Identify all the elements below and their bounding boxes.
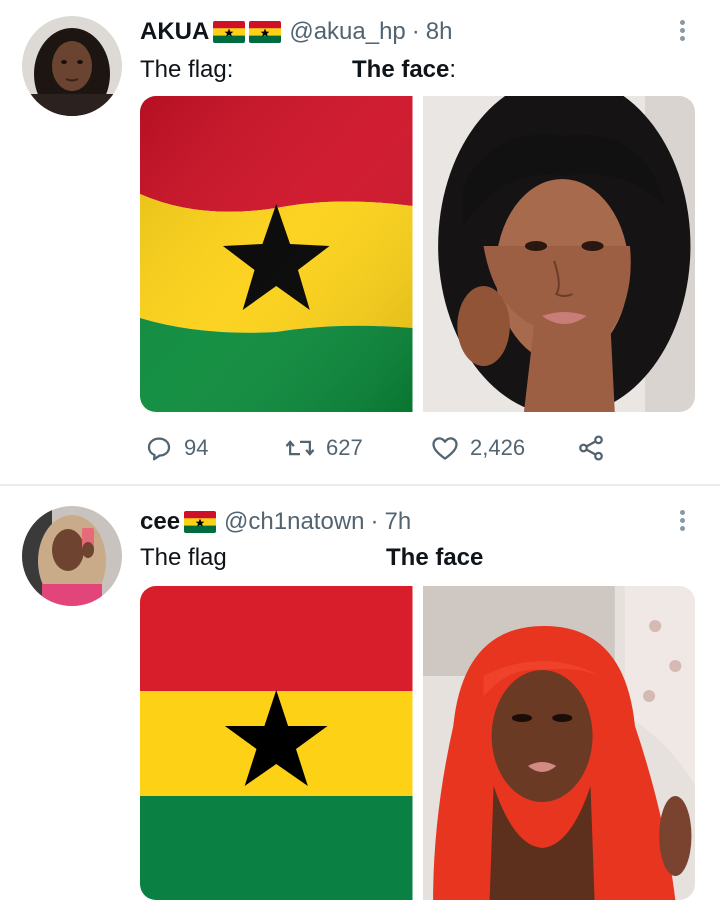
share-button[interactable] bbox=[576, 428, 606, 468]
more-icon[interactable] bbox=[670, 504, 694, 536]
handle[interactable]: @akua_hp bbox=[289, 18, 405, 46]
tweet-text-face: The face bbox=[386, 544, 484, 571]
like-icon bbox=[432, 437, 458, 460]
tweet-header: AKUA @akua_hp · 8h bbox=[140, 16, 452, 48]
media-grid bbox=[140, 96, 695, 412]
media-image-face[interactable] bbox=[422, 586, 695, 900]
ghana-flag-emoji-icon bbox=[213, 21, 246, 43]
retweet-icon bbox=[285, 440, 315, 456]
timestamp[interactable]: 7h bbox=[385, 508, 412, 536]
media-grid bbox=[140, 586, 695, 900]
separator: · bbox=[411, 18, 420, 45]
media-image-flag[interactable] bbox=[140, 586, 413, 900]
separator: · bbox=[370, 508, 379, 535]
retweet-count: 627 bbox=[326, 435, 363, 460]
tweet-text-flag: The flag: bbox=[140, 56, 234, 83]
tweet[interactable]: cee @ch1natown · 7h The flag The face bbox=[0, 486, 720, 910]
reply-button[interactable]: 94 bbox=[144, 428, 208, 468]
tweet[interactable]: AKUA @akua_hp · 8h The flag: The face: 9… bbox=[0, 0, 720, 484]
more-icon[interactable] bbox=[670, 14, 694, 46]
ghana-flag-emoji-icon bbox=[249, 21, 282, 43]
ghana-flag-emoji-icon bbox=[184, 511, 217, 533]
share-icon bbox=[579, 435, 603, 461]
reply-icon bbox=[147, 437, 171, 461]
media-image-face[interactable] bbox=[422, 96, 695, 412]
tweet-text-face: The face: bbox=[352, 56, 456, 84]
media-image-flag[interactable] bbox=[140, 96, 413, 412]
tweet-actions: 94 627 2,426 bbox=[140, 428, 610, 468]
tweet-text-flag: The flag bbox=[140, 544, 227, 571]
tweet-text-face-bold: The face bbox=[352, 56, 450, 83]
tweet-text-face-colon: : bbox=[449, 56, 457, 83]
like-button[interactable]: 2,426 bbox=[430, 428, 525, 468]
reply-count: 94 bbox=[184, 435, 209, 460]
handle[interactable]: @ch1natown bbox=[224, 508, 364, 536]
avatar[interactable] bbox=[22, 16, 122, 116]
retweet-button[interactable]: 627 bbox=[284, 428, 363, 468]
display-name[interactable]: AKUA bbox=[140, 18, 209, 46]
display-name[interactable]: cee bbox=[140, 508, 180, 536]
like-count: 2,426 bbox=[470, 435, 526, 460]
tweet-header: cee @ch1natown · 7h bbox=[140, 506, 411, 538]
timestamp[interactable]: 8h bbox=[426, 18, 453, 46]
avatar[interactable] bbox=[22, 506, 122, 606]
